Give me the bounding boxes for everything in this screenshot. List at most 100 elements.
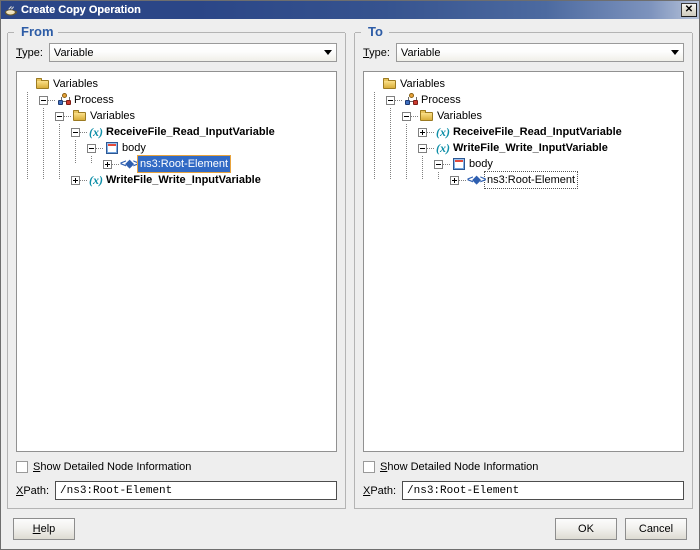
help-button[interactable]: Help — [13, 518, 75, 540]
tree-connector — [80, 131, 87, 133]
to-detailed-info-row[interactable]: Show Detailed Node Information — [363, 461, 684, 473]
tree-connector — [112, 163, 119, 165]
collapse-icon[interactable] — [55, 111, 64, 121]
tree-node[interactable]: Variables — [364, 76, 683, 92]
expand-icon[interactable] — [71, 175, 80, 185]
panels-container: From Type: Variable Variables Process Vari… — [1, 19, 699, 509]
tree-node-label: body — [122, 142, 146, 154]
tree-connector — [80, 179, 87, 181]
tree-node-label: body — [469, 158, 493, 170]
to-group: To Type: Variable Variables Process Variab… — [354, 24, 693, 509]
body-icon — [451, 156, 467, 172]
tree-guide-line — [43, 108, 44, 180]
tree-node[interactable]: <◆> ns3:Root-Element — [17, 155, 336, 173]
tree-node[interactable]: Process — [364, 92, 683, 108]
from-type-value: Variable — [53, 46, 94, 59]
tree-guide-line — [59, 124, 60, 180]
from-type-row: Type: Variable — [16, 43, 337, 62]
from-detailed-info-checkbox[interactable] — [16, 461, 28, 473]
ok-button[interactable]: OK — [555, 518, 617, 540]
to-group-inner: Type: Variable Variables Process Variables… — [355, 33, 692, 508]
to-type-row: Type: Variable — [363, 43, 684, 62]
tree-node[interactable]: Variables — [364, 108, 683, 124]
from-detailed-info-row[interactable]: Show Detailed Node Information — [16, 461, 337, 473]
collapse-icon[interactable] — [386, 95, 395, 105]
element-icon: <◆> — [467, 174, 486, 186]
tree-guide-line — [390, 108, 391, 180]
tree-node[interactable]: (x) ReceiveFile_Read_InputVariable — [364, 124, 683, 140]
tree-connector — [411, 115, 418, 117]
variable-icon: (x) — [89, 173, 103, 187]
tree-node[interactable]: (x) WriteFile_Write_InputVariable — [364, 140, 683, 156]
expand-icon[interactable] — [103, 159, 112, 169]
to-tree: Variables Process Variables (x) ReceiveFile_… — [364, 72, 683, 189]
expand-icon[interactable] — [450, 175, 459, 185]
tree-connector — [379, 84, 381, 85]
collapse-icon[interactable] — [87, 143, 96, 153]
collapse-icon[interactable] — [39, 95, 48, 105]
tree-connector — [96, 147, 103, 149]
tree-guide-line — [27, 92, 28, 180]
collapse-icon[interactable] — [71, 127, 80, 137]
tree-node-label: Variables — [53, 78, 99, 90]
from-group-inner: Type: Variable Variables Process Variables… — [8, 33, 345, 508]
to-xpath-input[interactable]: /ns3:Root-Element — [402, 481, 684, 500]
tree-node-label: ns3:Root-Element — [483, 171, 579, 189]
from-group: From Type: Variable Variables Process Vari… — [7, 24, 346, 509]
tree-node-label: ns3:Root-Element — [136, 155, 232, 173]
chevron-down-icon — [666, 44, 683, 61]
from-type-label: Type: — [16, 46, 43, 59]
collapse-icon[interactable] — [418, 143, 427, 153]
to-xpath-row: XPath: /ns3:Root-Element — [363, 481, 684, 500]
tree-guide-line — [406, 124, 407, 180]
tree-connector — [395, 99, 402, 101]
collapse-icon[interactable] — [434, 159, 443, 169]
to-type-value: Variable — [400, 46, 441, 59]
tree-node[interactable]: Variables — [17, 76, 336, 92]
tree-connector — [427, 147, 434, 149]
tree-connector — [32, 84, 34, 85]
tree-node[interactable]: body — [364, 156, 683, 172]
tree-node-label: WriteFile_Write_InputVariable — [453, 142, 608, 154]
to-detailed-info-label: Show Detailed Node Information — [380, 461, 539, 473]
tree-node[interactable]: (x) ReceiveFile_Read_InputVariable — [17, 124, 336, 140]
expand-icon[interactable] — [418, 127, 427, 137]
tree-guide-line — [374, 92, 375, 180]
tree-connector — [427, 131, 434, 133]
from-detailed-info-label: Show Detailed Node Information — [33, 461, 192, 473]
to-tree-panel[interactable]: Variables Process Variables (x) ReceiveFile_… — [363, 71, 684, 452]
tree-guide-line — [438, 172, 439, 180]
tree-node-label: Process — [421, 94, 461, 106]
tree-guide-line — [75, 140, 76, 164]
from-tree: Variables Process Variables (x) ReceiveFile_… — [17, 72, 336, 188]
from-xpath-row: XPath: /ns3:Root-Element — [16, 481, 337, 500]
to-detailed-info-checkbox[interactable] — [363, 461, 375, 473]
tree-node[interactable]: body — [17, 140, 336, 156]
tree-node[interactable]: Process — [17, 92, 336, 108]
cancel-button[interactable]: Cancel — [625, 518, 687, 540]
from-tree-panel[interactable]: Variables Process Variables (x) ReceiveFile_… — [16, 71, 337, 452]
element-icon: <◆> — [120, 158, 139, 170]
title-bar[interactable]: Create Copy Operation ✕ — [1, 1, 699, 19]
close-icon[interactable]: ✕ — [681, 3, 697, 17]
to-type-select[interactable]: Variable — [395, 43, 684, 62]
from-type-select[interactable]: Variable — [48, 43, 337, 62]
tree-node[interactable]: (x) WriteFile_Write_InputVariable — [17, 172, 336, 188]
tree-node[interactable]: <◆> ns3:Root-Element — [364, 171, 683, 189]
coffee-cup-icon — [4, 3, 18, 17]
tree-node[interactable]: Variables — [17, 108, 336, 124]
process-icon — [403, 92, 419, 108]
variable-icon: (x) — [89, 125, 103, 139]
variable-icon: (x) — [436, 141, 450, 155]
from-xpath-input[interactable]: /ns3:Root-Element — [55, 481, 337, 500]
collapse-icon[interactable] — [402, 111, 411, 121]
tree-node-label: Variables — [400, 78, 446, 90]
tree-guide-line — [91, 156, 92, 164]
